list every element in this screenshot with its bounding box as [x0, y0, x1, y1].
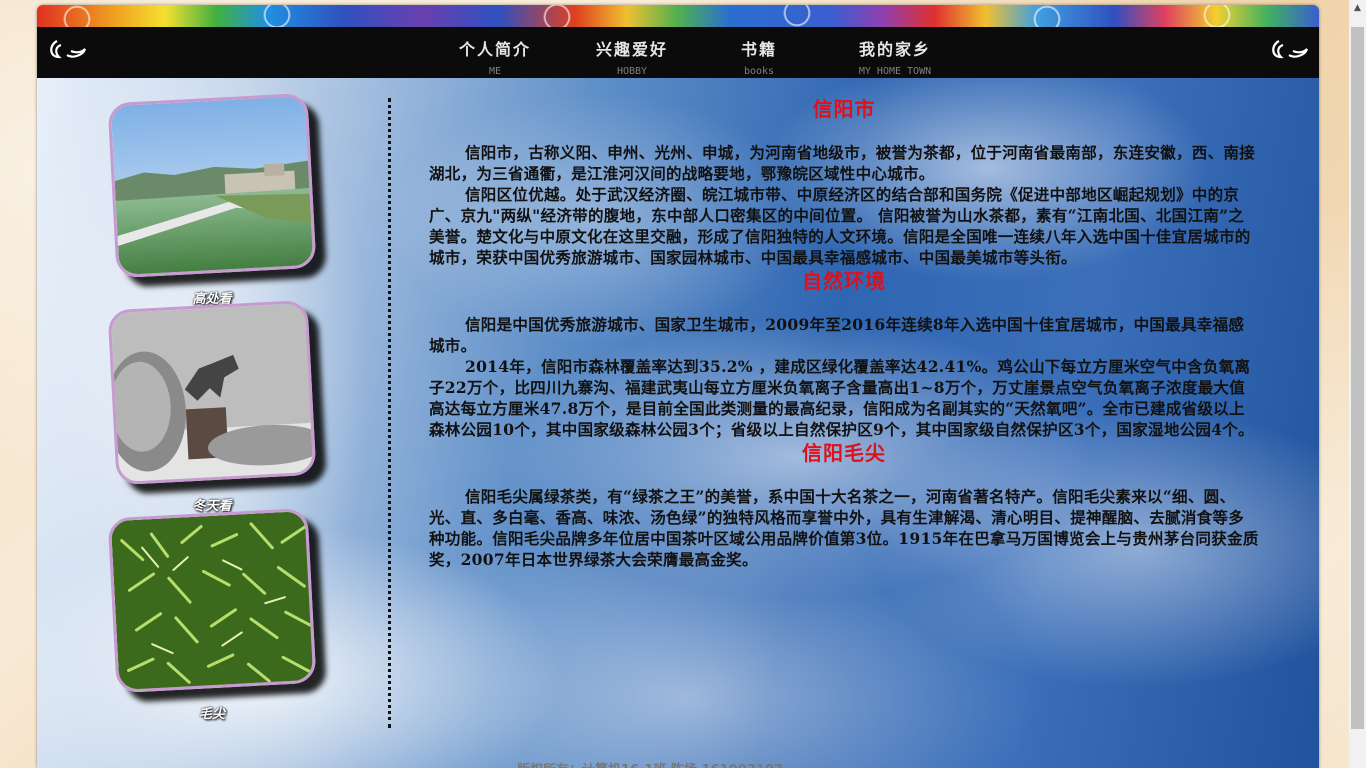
swirl-logo-icon	[50, 40, 87, 59]
nav-item-hobby[interactable]: 兴趣爱好 HOBBY	[582, 27, 682, 78]
section-paragraph: 信阳市，古称义阳、申州、光州、申城，为河南省地级市，被誉为茶都，位于河南省最南部…	[429, 143, 1256, 183]
nav-label-en: MY HOME TOWN	[858, 66, 932, 77]
section-paragraph: 信阳区位优越。处于武汉经济圈、皖江城市带、中原经济区的结合部和国务院《促进中部地…	[429, 185, 1251, 267]
nav-item-hometown[interactable]: 我的家乡 MY HOME TOWN	[845, 27, 945, 78]
nav-item-me[interactable]: 个人简介 ME	[445, 27, 545, 78]
city-lake-photo[interactable]	[107, 92, 317, 279]
scroll-thumb[interactable]	[1351, 27, 1364, 729]
main-content: 信阳市 信阳市，古称义阳、申州、光州、申城，为河南省地级市，被誉为茶都，位于河南…	[429, 96, 1259, 570]
nav-label-en: HOBBY	[616, 66, 648, 77]
nav-label-en: ME	[488, 66, 502, 77]
nav-label-cn: 兴趣爱好	[595, 40, 668, 59]
section-maojian: 信阳毛尖 信阳毛尖属绿茶类，有“绿茶之王”的美誉，系中国十大名茶之一，河南省著名…	[429, 440, 1259, 570]
vertical-dotted-divider	[388, 98, 391, 728]
section-paragraph: 2014年，信阳市森林覆盖率达到35.2% ，建成区绿化覆盖率达42.41%。鸡…	[429, 357, 1254, 439]
nav-label-cn: 我的家乡	[858, 40, 931, 59]
section-paragraph: 信阳是中国优秀旅游城市、国家卫生城市，2009年至2016年连续8年入选中国十佳…	[429, 315, 1245, 355]
logo-right	[1259, 27, 1319, 73]
snow-horse-statue-photo[interactable]	[107, 299, 317, 486]
section-nature: 自然环境 信阳是中国优秀旅游城市、国家卫生城市，2009年至2016年连续8年入…	[429, 268, 1259, 440]
nav-label-en: books	[743, 66, 775, 77]
photo-card-city: 高处看	[107, 92, 317, 307]
section-xinyang: 信阳市 信阳市，古称义阳、申州、光州、申城，为河南省地级市，被誉为茶都，位于河南…	[429, 96, 1259, 268]
nav-label-cn: 个人简介	[458, 40, 531, 59]
section-title: 信阳市	[812, 97, 876, 121]
swirl-logo-icon	[1272, 40, 1309, 59]
nav-item-books[interactable]: 书籍 books	[729, 27, 789, 78]
nav-label-cn: 书籍	[740, 40, 777, 59]
photo-card-winter: 冬天看	[107, 299, 317, 514]
logo-left	[37, 27, 97, 73]
page-frame: 个人简介 ME 兴趣爱好 HOBBY 书籍 books 我的家乡 MY HOME…	[37, 5, 1319, 768]
section-title: 自然环境	[802, 269, 886, 293]
top-navbar: 个人简介 ME 兴趣爱好 HOBBY 书籍 books 我的家乡 MY HOME…	[37, 27, 1319, 78]
scroll-up-arrow-icon[interactable]: ▲	[1349, 0, 1366, 17]
rainbow-banner	[37, 5, 1319, 27]
footer-copyright: 版权所有：计算机16-1班 陈扬 161003107	[517, 759, 783, 768]
tea-leaves-photo[interactable]	[107, 507, 317, 694]
photo-card-tea: 毛尖	[107, 507, 317, 722]
section-paragraph: 信阳毛尖属绿茶类，有“绿茶之王”的美誉，系中国十大名茶之一，河南省著名特产。信阳…	[429, 487, 1259, 569]
section-title: 信阳毛尖	[802, 441, 886, 465]
photo-caption: 毛尖	[198, 707, 225, 722]
scrollbar[interactable]: ▲	[1349, 0, 1366, 768]
